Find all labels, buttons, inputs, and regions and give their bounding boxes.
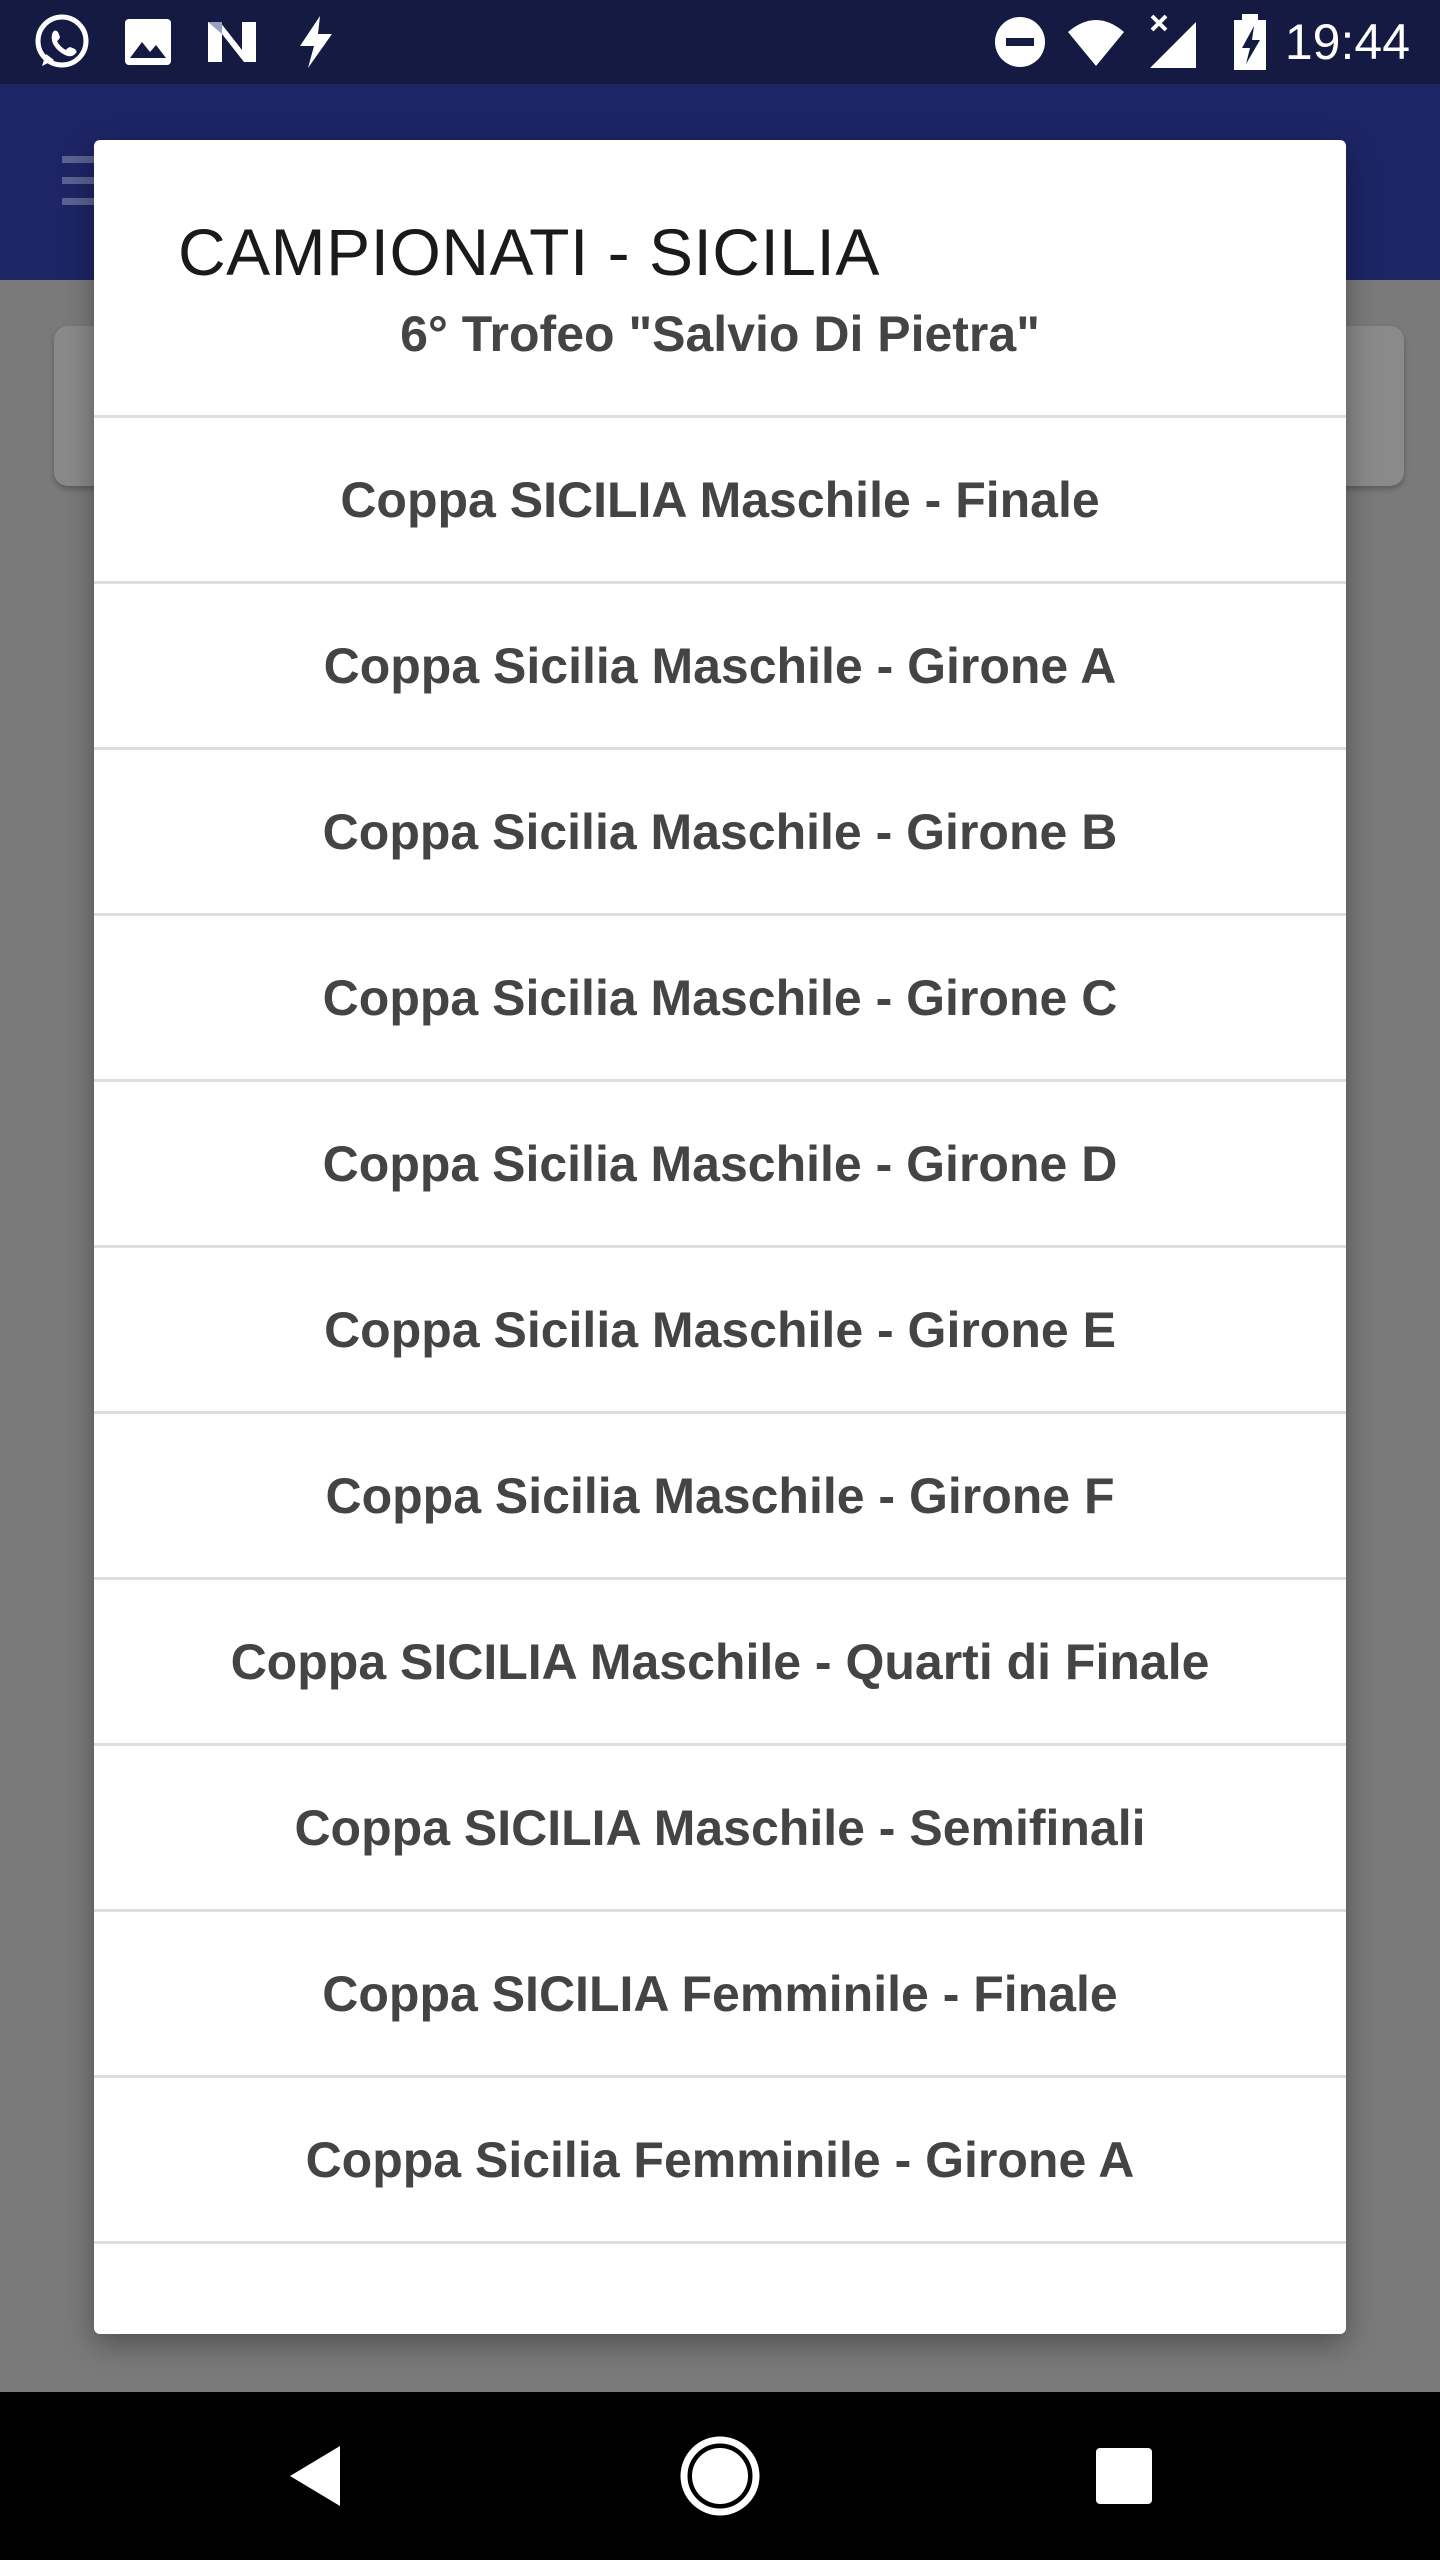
status-bar: 19:44 bbox=[0, 0, 1440, 84]
championship-dialog: CAMPIONATI - SICILIA 6° Trofeo "Salvio D… bbox=[94, 140, 1346, 2334]
image-icon bbox=[125, 19, 171, 65]
list-item[interactable]: Coppa Sicilia Maschile - Girone F bbox=[94, 1414, 1346, 1580]
n-app-icon bbox=[208, 22, 256, 62]
back-icon[interactable] bbox=[268, 2428, 364, 2524]
home-icon[interactable] bbox=[672, 2428, 768, 2524]
list-item[interactable]: Coppa SICILIA Femminile - Finale bbox=[94, 1912, 1346, 2078]
list-item[interactable]: Coppa Sicilia Maschile - Girone D bbox=[94, 1082, 1346, 1248]
status-time: 19:44 bbox=[1284, 14, 1410, 70]
recents-icon[interactable] bbox=[1076, 2428, 1172, 2524]
list-item[interactable]: Coppa SICILIA Maschile - Finale bbox=[94, 418, 1346, 584]
list-item[interactable]: Coppa Sicilia Maschile - Girone E bbox=[94, 1248, 1346, 1414]
whatsapp-icon bbox=[35, 14, 89, 68]
list-item[interactable]: Coppa Sicilia Maschile - Girone B bbox=[94, 750, 1346, 916]
navigation-bar bbox=[0, 2392, 1440, 2560]
flash-icon bbox=[300, 16, 332, 68]
screen: 19:44 CAMPIONATI - SICILIA 6° Trofeo "Sa… bbox=[0, 0, 1440, 2560]
list-item[interactable]: Coppa Sicilia Femminile - Girone A bbox=[94, 2078, 1346, 2244]
do-not-disturb-icon bbox=[995, 17, 1045, 67]
signal-icon bbox=[1150, 14, 1196, 68]
battery-charging-icon bbox=[1234, 14, 1266, 70]
list-item[interactable]: Coppa Sicilia Maschile - Girone A bbox=[94, 584, 1346, 750]
list-item[interactable]: Coppa SICILIA Maschile - Semifinali bbox=[94, 1746, 1346, 1912]
list-item[interactable]: Coppa Sicilia Maschile - Girone C bbox=[94, 916, 1346, 1082]
list-item[interactable]: 6° Trofeo "Salvio Di Pietra" bbox=[94, 140, 1346, 418]
championship-list[interactable]: 6° Trofeo "Salvio Di Pietra" Coppa SICIL… bbox=[94, 306, 1346, 2244]
list-item[interactable]: Coppa SICILIA Maschile - Quarti di Final… bbox=[94, 1580, 1346, 1746]
wifi-icon bbox=[1068, 20, 1124, 66]
